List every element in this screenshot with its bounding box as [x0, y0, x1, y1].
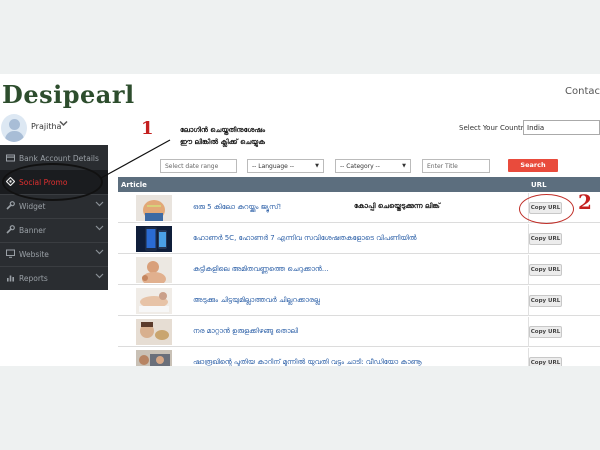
article-thumbnail[interactable]	[136, 350, 172, 366]
language-select[interactable]: -- Language -- ▼	[247, 159, 324, 173]
category-select[interactable]: -- Category -- ▼	[335, 159, 411, 173]
copy-url-button[interactable]: Copy URL	[529, 357, 562, 366]
table-row: കുട്ടികളിലെ അമിതവണ്ണത്തെ ചെറുക്കാൻ... Co…	[118, 255, 600, 285]
annotation-note-1-line1: ലോഗിൻ ചെയ്തതിനുശേഷം	[180, 126, 266, 134]
title-input[interactable]: Enter Title	[422, 159, 490, 173]
table-row: ഹോണർ 5C, ഹോണർ 7 എന്നിവ സവിശേഷതകളോടെ വിപണ…	[118, 224, 600, 254]
language-select-value: -- Language --	[252, 163, 295, 170]
search-button[interactable]: Search	[508, 159, 558, 172]
copy-url-button[interactable]: Copy URL	[529, 264, 562, 276]
table-row: അടുക്കും ചിട്ടയുമില്ലാത്തവർ ചില്ലറക്കാരല…	[118, 286, 600, 316]
category-select-value: -- Category --	[340, 163, 380, 170]
article-title-link[interactable]: ഒരു 5 കിലോ കുറയ്ക്കും ജ്യൂസ്!	[193, 203, 281, 212]
dropdown-arrow-icon: ▼	[315, 163, 319, 169]
annotation-number-2: 2	[578, 190, 592, 214]
dropdown-arrow-icon: ▼	[402, 163, 406, 169]
article-thumbnail[interactable]	[136, 319, 172, 345]
article-thumbnail[interactable]	[136, 257, 172, 283]
copy-url-button[interactable]: Copy URL	[529, 295, 562, 307]
article-title-link[interactable]: കുട്ടികളിലെ അമിതവണ്ണത്തെ ചെറുക്കാൻ...	[193, 265, 329, 274]
article-thumbnail[interactable]	[136, 195, 172, 221]
annotation-note-2: കോപ്പി ചെയ്തെടുക്കുന്ന ലിങ്ക്	[354, 202, 440, 210]
article-title-link[interactable]: ഹോണർ 5C, ഹോണർ 7 എന്നിവ സവിശേഷതകളോടെ വിപണ…	[193, 234, 417, 243]
article-thumbnail[interactable]	[136, 288, 172, 314]
country-input[interactable]: India	[523, 120, 600, 135]
article-title-link[interactable]: നര മാറ്റാൻ ഉരുളക്കിഴങ്ങു തൊലി	[193, 327, 298, 336]
annotation-number-1: 1	[141, 118, 154, 139]
table-row: ഷാരൂഖിന്റെ പുതിയ കാറിന് മുന്നിൽ യുവതി വട…	[118, 348, 600, 366]
annotation-note-1-line2: ഈ ലിങ്കിൽ ക്ലിക്ക് ചെയ്യുക	[180, 138, 265, 146]
url-column-header: URL	[531, 181, 547, 189]
date-range-input[interactable]: Select date range	[160, 159, 237, 173]
article-title-link[interactable]: അടുക്കും ചിട്ടയുമില്ലാത്തവർ ചില്ലറക്കാരല…	[193, 296, 320, 305]
article-thumbnail[interactable]	[136, 226, 172, 252]
table-row: നര മാറ്റാൻ ഉരുളക്കിഴങ്ങു തൊലി Copy URL	[118, 317, 600, 347]
country-label: Select Your Country	[459, 124, 528, 132]
article-title-link[interactable]: ഷാരൂഖിന്റെ പുതിയ കാറിന് മുന്നിൽ യുവതി വട…	[193, 358, 422, 366]
copy-url-button[interactable]: Copy URL	[529, 233, 562, 245]
annotation-highlight-copy-url	[519, 194, 574, 224]
article-column-header: Article	[121, 181, 147, 189]
copy-url-button[interactable]: Copy URL	[529, 326, 562, 338]
table-header: Article URL	[118, 177, 600, 192]
